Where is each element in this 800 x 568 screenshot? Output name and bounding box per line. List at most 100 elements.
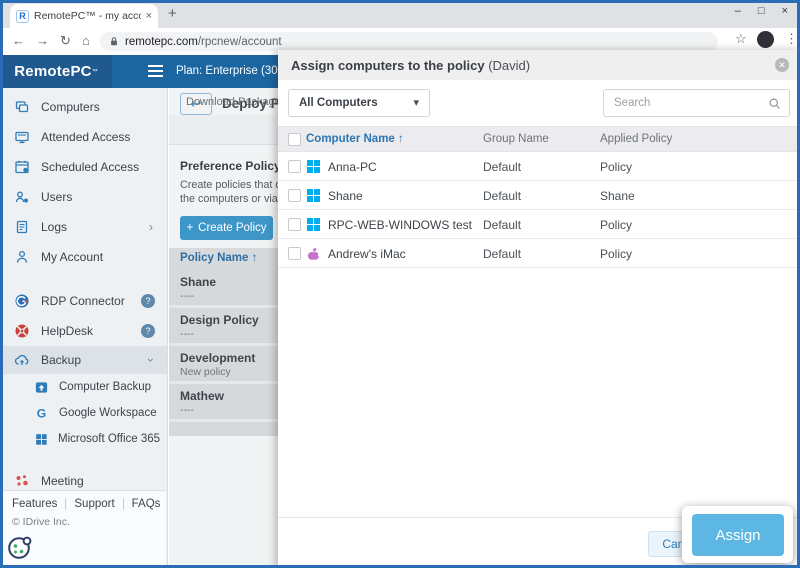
group-name-column[interactable]: Group Name	[483, 133, 549, 145]
chevron-right-icon: ›	[149, 220, 153, 234]
row-checkbox[interactable]	[288, 247, 301, 260]
remotepc-logo[interactable]: RemotePC™	[0, 55, 112, 88]
computer-name-column[interactable]: Computer Name	[306, 133, 395, 145]
computer-row[interactable]: Anna-PC Default Policy	[278, 152, 800, 181]
group-name: Default	[483, 247, 521, 261]
sidebar-item-label: Microsoft Office 365	[58, 433, 160, 445]
bookmark-star-icon[interactable]: ☆	[735, 31, 747, 47]
assign-computers-modal: Assign computers to the policy (David) ✕…	[278, 50, 800, 568]
lock-icon	[109, 36, 119, 47]
policy-table-header: Policy Name ↑	[169, 248, 278, 270]
computer-row[interactable]: Shane Default Shane	[278, 181, 800, 210]
applied-policy-column[interactable]: Applied Policy	[600, 133, 672, 145]
computer-table-header: Computer Name ↑ Group Name Applied Polic…	[278, 126, 800, 152]
home-icon[interactable]: ⌂	[82, 33, 90, 48]
sidebar-item-logs[interactable]: Logs ›	[0, 212, 167, 242]
sidebar-item-computer-backup[interactable]: Computer Backup	[0, 374, 167, 400]
forward-icon[interactable]: →	[36, 33, 49, 48]
policy-row[interactable]: Shane ----	[169, 270, 278, 308]
sidebar-item-attended-access[interactable]: Attended Access	[0, 122, 167, 152]
policy-row[interactable]: Mathew ----	[169, 384, 278, 422]
sidebar: Computers Attended Access Scheduled Acce…	[0, 88, 168, 568]
back-icon[interactable]: ←	[12, 33, 25, 48]
window-close-icon[interactable]: ×	[782, 5, 788, 17]
sidebar-item-my-account[interactable]: My Account	[0, 242, 167, 272]
helpdesk-icon	[14, 323, 30, 339]
sidebar-item-scheduled-access[interactable]: Scheduled Access	[0, 152, 167, 182]
chevron-down-icon: ›	[144, 358, 158, 362]
computer-row[interactable]: RPC-WEB-WINDOWS test Default Policy	[278, 210, 800, 239]
sidebar-item-label: Google Workspace	[59, 407, 157, 419]
support-link[interactable]: Support	[66, 498, 123, 510]
policy-list: Shane ---- Design Policy ---- Developmen…	[169, 270, 278, 436]
cookie-consent-icon[interactable]	[6, 534, 33, 566]
google-workspace-icon: G	[34, 406, 49, 421]
attended-access-icon	[14, 129, 30, 145]
computer-row[interactable]: Andrew's iMac Default Policy	[278, 239, 800, 268]
sidebar-item-helpdesk[interactable]: HelpDesk ?	[0, 316, 167, 346]
window-minimize-icon[interactable]: –	[735, 5, 741, 17]
sort-up-icon: ↑	[252, 252, 258, 264]
policy-row[interactable]: Development New policy	[169, 346, 278, 384]
group-name: Default	[483, 218, 521, 232]
sidebar-footer: Features Support FAQs © IDrive Inc.	[0, 490, 166, 568]
assign-button[interactable]: Assign	[692, 514, 784, 556]
sidebar-item-label: HelpDesk	[41, 324, 93, 338]
row-checkbox[interactable]	[288, 218, 301, 231]
sidebar-item-label: My Account	[41, 250, 103, 264]
browser-profile-avatar[interactable]	[757, 31, 774, 48]
apple-icon	[307, 247, 320, 261]
applied-policy: Policy	[600, 247, 632, 261]
address-bar[interactable]: remotepc.com/rpcnew/account	[100, 32, 718, 51]
select-all-checkbox[interactable]	[288, 133, 301, 146]
sidebar-item-label: Logs	[41, 220, 67, 234]
create-policy-button[interactable]: + Create Policy	[180, 216, 273, 240]
windows-icon	[307, 189, 320, 202]
tab-title: RemotePC™ - my account inform	[34, 10, 141, 22]
features-link[interactable]: Features	[12, 498, 66, 510]
sidebar-item-computers[interactable]: Computers	[0, 92, 167, 122]
sidebar-item-label: RDP Connector	[41, 294, 125, 308]
url-domain: remotepc.com	[125, 36, 198, 48]
sidebar-item-google-workspace[interactable]: G Google Workspace	[0, 400, 167, 426]
sidebar-item-users[interactable]: Users	[0, 182, 167, 212]
browser-menu-icon[interactable]: ⋮	[785, 31, 798, 47]
search-input[interactable]	[614, 91, 764, 115]
windows-icon	[307, 218, 320, 231]
computer-name: Anna-PC	[328, 160, 377, 174]
svg-text:G: G	[37, 406, 46, 420]
sidebar-item-backup[interactable]: Backup ›	[0, 346, 167, 374]
sidebar-item-rdp-connector[interactable]: RDP Connector ?	[0, 286, 167, 316]
reload-icon[interactable]: ↻	[60, 33, 71, 49]
backup-cloud-icon	[14, 352, 30, 368]
help-icon[interactable]: ?	[141, 294, 155, 308]
new-tab-button[interactable]: +	[168, 5, 177, 22]
policy-row[interactable]: Design Policy ----	[169, 308, 278, 346]
computer-backup-icon	[34, 380, 49, 395]
download-package-tab[interactable]	[169, 115, 278, 145]
row-checkbox[interactable]	[288, 160, 301, 173]
browser-window: R RemotePC™ - my account inform × + – □ …	[0, 0, 800, 568]
filter-selected-value: All Computers	[299, 97, 378, 109]
hamburger-menu-icon[interactable]	[148, 70, 163, 72]
policy-row	[169, 422, 278, 436]
scheduled-access-icon	[14, 159, 30, 175]
faqs-link[interactable]: FAQs	[124, 498, 169, 510]
window-maximize-icon[interactable]: □	[758, 5, 765, 17]
sidebar-item-microsoft-office-365[interactable]: Microsoft Office 365	[0, 426, 167, 452]
sidebar-item-label: Scheduled Access	[41, 160, 139, 174]
applied-policy: Policy	[600, 218, 632, 232]
browser-tab[interactable]: R RemotePC™ - my account inform ×	[10, 4, 158, 28]
computers-filter-dropdown[interactable]: All Computers ▾	[288, 89, 430, 117]
sidebar-item-label: Meeting	[41, 474, 84, 488]
tab-close-icon[interactable]: ×	[146, 10, 152, 22]
windows-icon	[307, 160, 320, 173]
row-checkbox[interactable]	[288, 189, 301, 202]
help-icon[interactable]: ?	[141, 324, 155, 338]
group-name: Default	[483, 189, 521, 203]
sidebar-item-label: Backup	[41, 353, 81, 367]
modal-close-icon[interactable]: ✕	[775, 58, 789, 72]
policy-name-column[interactable]: Policy Name	[180, 252, 248, 264]
rdp-connector-icon	[14, 293, 30, 309]
url-path: /rpcnew/account	[198, 36, 282, 48]
